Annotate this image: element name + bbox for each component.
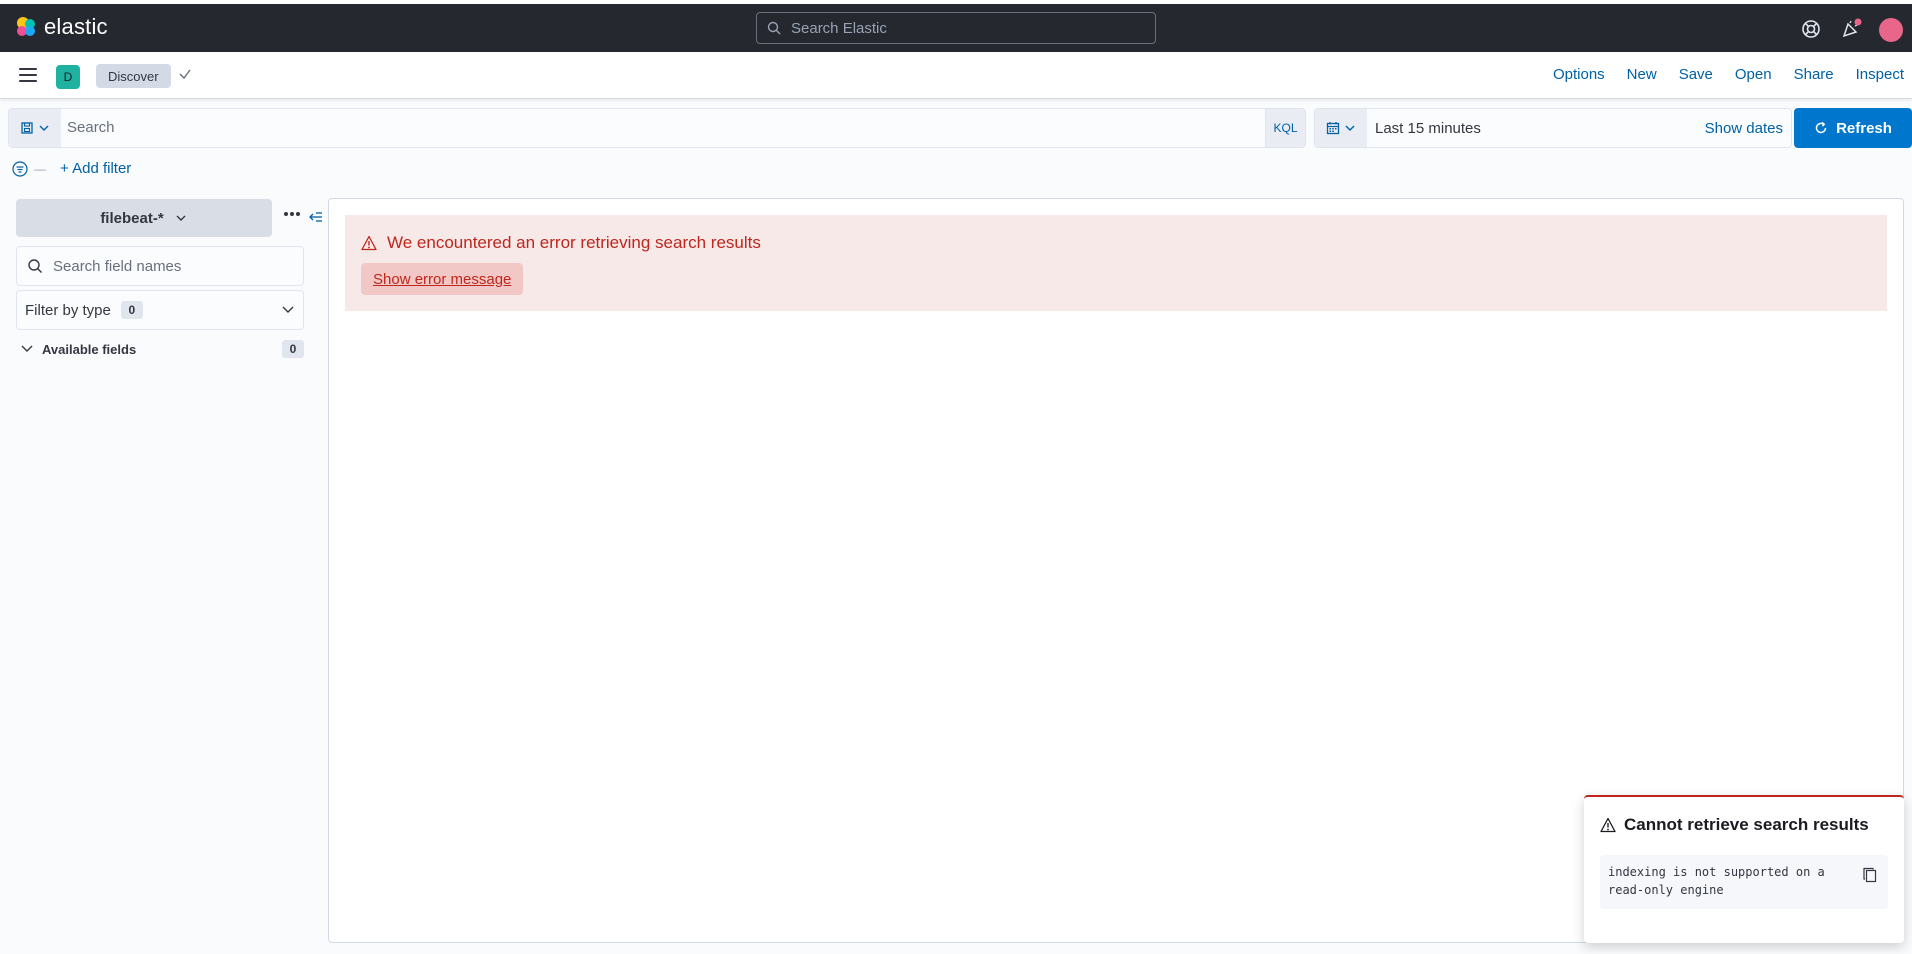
saved-query-button[interactable] [9, 109, 61, 147]
search-icon [767, 21, 781, 35]
filter-by-type-label: Filter by type [25, 301, 111, 319]
show-error-message-button[interactable]: Show error message [361, 263, 524, 295]
show-dates-link[interactable]: Show dates [1705, 120, 1783, 137]
notification-dot [1854, 18, 1862, 26]
chevron-down-icon [282, 306, 294, 313]
chevron-down-icon [1345, 125, 1355, 131]
filter-by-type-count: 0 [120, 301, 143, 319]
filter-icon[interactable] [12, 160, 28, 177]
field-search-input[interactable]: Search field names [16, 246, 304, 286]
index-pattern-label: filebeat-* [100, 209, 164, 227]
new-button[interactable]: New [1627, 66, 1657, 83]
collapse-sidebar-icon[interactable] [308, 210, 324, 226]
app-header: D Discover Options New Save Open Share I… [0, 52, 1912, 99]
global-header: elastic Search Elastic [0, 0, 1912, 52]
copy-icon[interactable] [1862, 867, 1878, 883]
error-title: We encountered an error retrieving searc… [387, 233, 761, 252]
toast-title: Cannot retrieve search results [1624, 815, 1869, 834]
user-avatar[interactable] [1879, 18, 1903, 42]
filter-separator: — [34, 161, 46, 176]
elastic-logo-icon [17, 17, 35, 36]
inspect-button[interactable]: Inspect [1856, 66, 1904, 83]
menu-toggle-icon[interactable] [19, 68, 37, 82]
warning-icon [361, 235, 377, 251]
calendar-icon [1326, 122, 1340, 135]
available-fields-count: 0 [282, 340, 304, 358]
search-icon [28, 259, 42, 273]
save-icon [21, 122, 33, 134]
available-fields-label: Available fields [42, 341, 137, 357]
filter-bar: — + Add filter [12, 160, 131, 177]
refresh-icon [1815, 121, 1827, 134]
check-icon [179, 69, 191, 80]
global-search-placeholder: Search Elastic [791, 19, 887, 37]
filter-by-type-button[interactable]: Filter by type 0 [16, 290, 304, 330]
options-button[interactable]: Options [1553, 66, 1605, 83]
field-search-placeholder: Search field names [53, 257, 182, 275]
date-picker: Last 15 minutes Show dates [1314, 108, 1792, 148]
toast-message: indexing is not supported on a read-only… [1608, 865, 1825, 897]
open-button[interactable]: Open [1735, 66, 1772, 83]
refresh-label: Refresh [1836, 119, 1892, 137]
breadcrumb[interactable]: Discover [96, 64, 171, 88]
available-fields-toggle[interactable]: Available fields 0 [20, 339, 304, 359]
query-bar: Search KQL [8, 108, 1306, 148]
chevron-down-icon [176, 215, 186, 221]
global-search-input[interactable]: Search Elastic [756, 12, 1156, 44]
share-button[interactable]: Share [1794, 66, 1834, 83]
query-input[interactable]: Search [67, 119, 115, 136]
kql-language-toggle[interactable]: KQL [1265, 109, 1305, 147]
elastic-logo[interactable]: elastic [14, 14, 108, 40]
app-menu: Options New Save Open Share Inspect [1531, 66, 1904, 83]
space-avatar[interactable]: D [56, 65, 80, 89]
save-button[interactable]: Save [1679, 66, 1713, 83]
warning-icon [1600, 817, 1616, 833]
error-callout: We encountered an error retrieving searc… [345, 215, 1887, 311]
time-range-label[interactable]: Last 15 minutes [1375, 120, 1481, 137]
error-title-row: We encountered an error retrieving searc… [361, 233, 761, 253]
error-toast: Cannot retrieve search results indexing … [1584, 795, 1904, 943]
help-icon[interactable] [1800, 18, 1822, 40]
newsfeed-icon[interactable] [1840, 18, 1862, 40]
chevron-down-icon [39, 125, 49, 131]
logo-text: elastic [44, 14, 108, 39]
toast-message-block: indexing is not supported on a read-only… [1600, 855, 1888, 909]
add-filter-button[interactable]: + Add filter [60, 160, 131, 177]
refresh-button[interactable]: Refresh [1794, 108, 1912, 148]
chevron-down-icon [21, 345, 33, 352]
toast-title-row: Cannot retrieve search results [1600, 815, 1869, 835]
more-options-icon[interactable] [283, 211, 301, 217]
index-pattern-selector[interactable]: filebeat-* [16, 199, 272, 237]
quick-select-button[interactable] [1315, 109, 1367, 147]
